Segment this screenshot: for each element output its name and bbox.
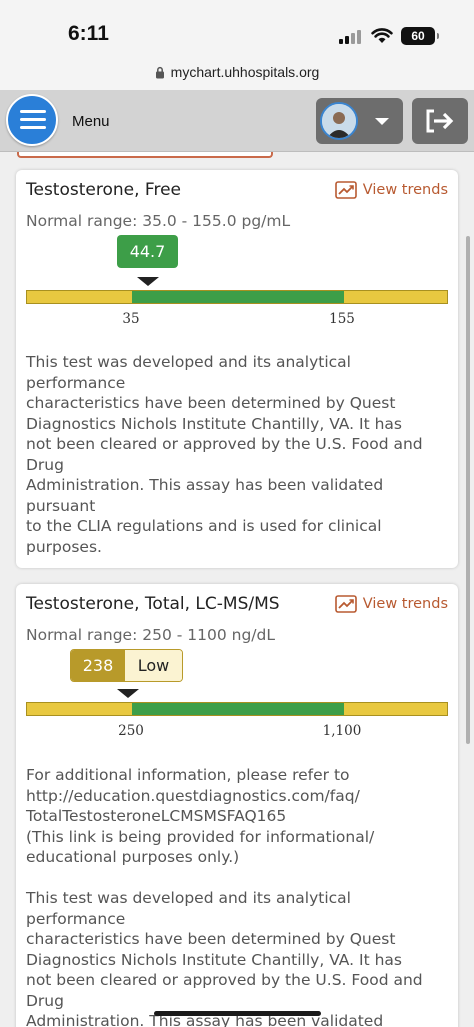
result-title: Testosterone, Free [26,180,181,200]
results-page[interactable]: Testosterone, Free View trends Normal ra… [0,152,474,1027]
menu-button[interactable] [6,94,58,146]
result-value: 238 [71,650,125,681]
range-bar [26,702,448,716]
view-trends-link[interactable]: View trends [334,595,448,613]
normal-range-fill [132,703,344,715]
result-flag: Low [125,650,182,681]
normal-range: Normal range: 250 - 1100 ng/dL [26,626,275,644]
view-trends-link[interactable]: View trends [334,181,448,199]
page-scrollbar[interactable] [466,236,470,744]
cellular-signal-icon [339,30,365,44]
high-tick-label: 155 [329,311,355,327]
status-bar: 6:11 60 [0,0,474,62]
value-pointer [137,277,159,286]
menu-label[interactable]: Menu [72,113,110,130]
view-trends-label: View trends [362,596,448,612]
result-card-total-testosterone: Testosterone, Total, LC-MS/MS View trend… [16,584,458,1027]
previous-card-edge [17,152,273,158]
caret-down-icon [375,118,389,125]
browser-url-bar[interactable]: mychart.uhhospitals.org [0,62,474,90]
result-value: 44.7 [129,242,166,261]
app-header: Menu [0,90,474,152]
profile-switcher-button[interactable] [316,98,403,144]
high-tick-label: 1,100 [322,723,362,739]
logout-button[interactable] [412,98,468,144]
trend-chart-icon [334,181,357,199]
result-card-free-testosterone: Testosterone, Free View trends Normal ra… [16,170,458,568]
result-note: For additional information, please refer… [26,766,423,1027]
wifi-icon [371,28,393,43]
range-bar [26,290,448,304]
result-note: This test was developed and its analytic… [26,353,423,556]
view-trends-label: View trends [362,182,448,198]
url-text: mychart.uhhospitals.org [170,64,320,80]
value-pointer [117,689,139,698]
result-value-badge: 238 Low [70,649,183,682]
low-tick-label: 35 [122,311,140,327]
result-title: Testosterone, Total, LC-MS/MS [26,594,280,614]
logout-icon [426,109,454,133]
hamburger-icon [20,110,46,113]
result-value-badge: 44.7 [117,235,178,268]
trend-chart-icon [334,595,357,613]
status-time: 6:11 [68,22,109,45]
home-indicator[interactable] [154,1011,321,1016]
battery-indicator: 60 [401,27,439,45]
low-tick-label: 250 [118,723,144,739]
normal-range: Normal range: 35.0 - 155.0 pg/mL [26,212,291,230]
lock-icon [155,66,164,78]
normal-range-fill [132,291,344,303]
avatar [320,102,358,140]
